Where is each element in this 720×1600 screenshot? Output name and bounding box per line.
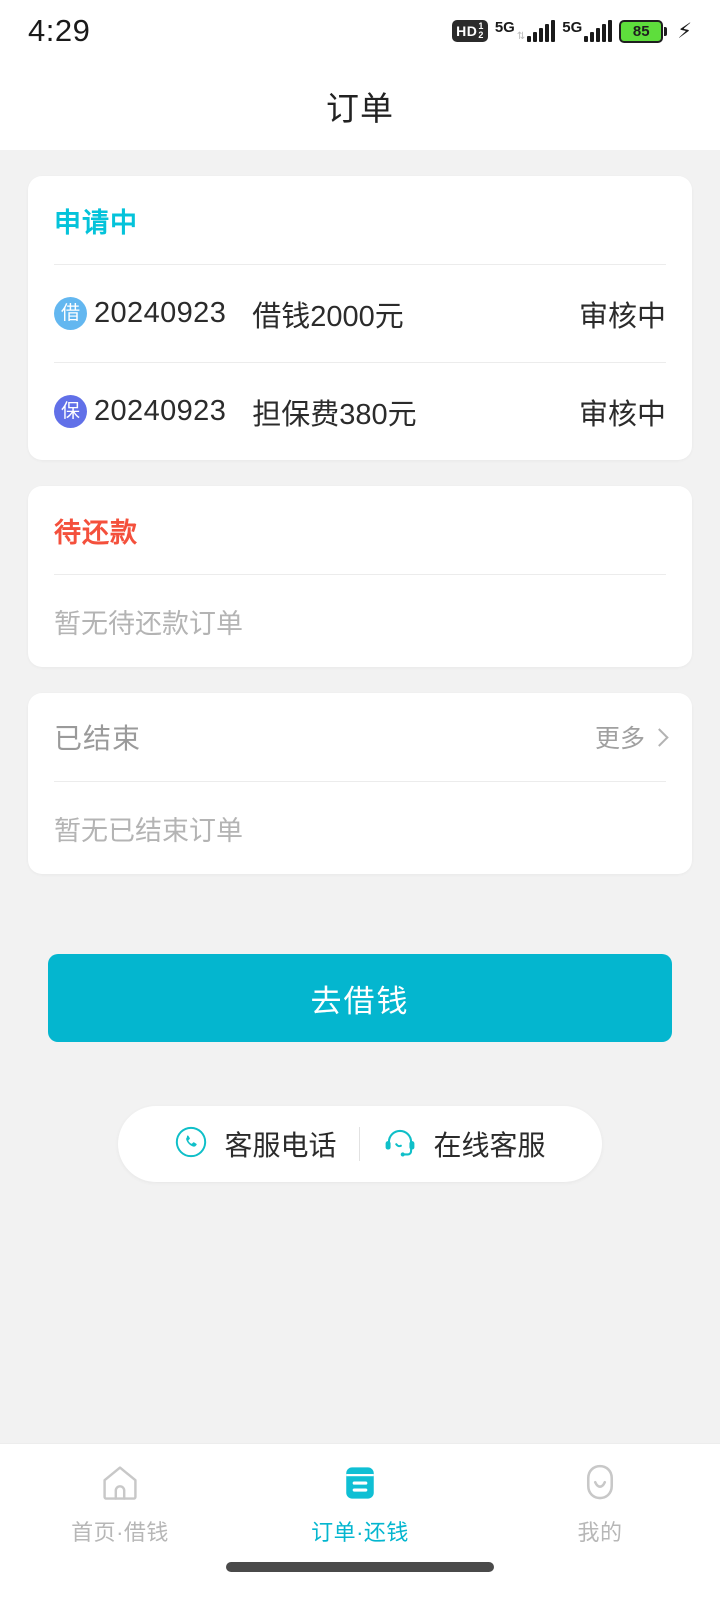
- table-row[interactable]: 借 20240923 借钱2000元 审核中: [54, 265, 666, 362]
- bottom-nav-row: 首页·借钱 订单·还钱 我的: [0, 1444, 720, 1562]
- borrow-money-button[interactable]: 去借钱: [48, 954, 672, 1042]
- home-indicator[interactable]: [0, 1562, 720, 1600]
- hd-sub-digit: 2: [478, 30, 484, 40]
- battery-body: 85: [619, 19, 664, 43]
- card-finished-title: 已结束: [54, 723, 142, 754]
- content-area: 申请中 借 20240923 借钱2000元 审核中 保 20240923 担保…: [0, 176, 720, 1182]
- hd-voice-icon: HD 1 2: [452, 20, 488, 42]
- card-to-repay: 待还款 暂无待还款订单: [28, 486, 692, 667]
- signal-indicator-1: 5G ⇅: [494, 19, 556, 42]
- hd-sub-labels: 1 2: [478, 22, 484, 40]
- chevron-right-icon: [650, 727, 669, 747]
- card-applying-title: 申请中: [54, 207, 138, 238]
- status-badge: 审核中: [578, 398, 666, 431]
- status-indicators: HD 1 2 5G ⇅ 5G 85 ⚡: [452, 19, 692, 43]
- status-bar: 4:29 HD 1 2 5G ⇅ 5G 85 ⚡: [0, 0, 720, 62]
- network-type-1: 5G: [494, 19, 515, 36]
- guarantee-type-badge-icon: 保: [54, 395, 87, 428]
- card-finished: 已结束 更多 暂无已结束订单: [28, 693, 692, 874]
- signal-bars-icon-2: [584, 20, 613, 42]
- status-badge: 审核中: [578, 300, 666, 333]
- online-service-button[interactable]: 在线客服: [360, 1124, 568, 1164]
- network-type-2: 5G: [562, 19, 583, 36]
- nav-label-orders: 订单·还钱: [311, 1519, 409, 1545]
- title-bar: 订单: [0, 62, 720, 150]
- profile-icon: [578, 1460, 622, 1506]
- loan-type-badge-icon: 借: [54, 297, 87, 330]
- service-phone-label: 客服电话: [224, 1130, 337, 1161]
- card-to-repay-title: 待还款: [54, 517, 138, 548]
- hd-label: HD: [456, 23, 478, 39]
- empty-state-to-repay: 暂无待还款订单: [54, 608, 243, 639]
- battery-cap: [664, 26, 668, 36]
- order-description: 借钱2000元: [252, 300, 404, 333]
- empty-state-finished: 暂无已结束订单: [54, 815, 243, 846]
- card-applying-header: 申请中: [54, 176, 666, 264]
- battery-icon: 85: [619, 19, 668, 43]
- data-arrows-icon: ⇅: [516, 31, 526, 42]
- nav-item-profile[interactable]: 我的: [480, 1444, 720, 1562]
- online-service-label: 在线客服: [433, 1130, 546, 1161]
- order-description: 担保费380元: [252, 398, 417, 431]
- phone-icon: [174, 1125, 208, 1164]
- status-clock: 4:29: [28, 13, 91, 48]
- order-date: 20240923: [94, 297, 227, 329]
- card-applying: 申请中 借 20240923 借钱2000元 审核中 保 20240923 担保…: [28, 176, 692, 460]
- app-screen: 4:29 HD 1 2 5G ⇅ 5G 85 ⚡ 订单 申请中 借 202409…: [0, 0, 720, 1600]
- cta-container: 去借钱: [28, 900, 692, 1042]
- nav-item-orders[interactable]: 订单·还钱: [240, 1444, 480, 1562]
- nav-label-home: 首页·借钱: [71, 1519, 169, 1545]
- service-phone-button[interactable]: 客服电话: [152, 1124, 358, 1164]
- nav-label-profile: 我的: [577, 1519, 623, 1545]
- charging-bolt-icon: ⚡: [677, 19, 692, 43]
- card-finished-header: 已结束 更多: [54, 693, 669, 781]
- card-to-repay-header: 待还款: [54, 486, 666, 574]
- more-label: 更多: [594, 725, 645, 753]
- more-link[interactable]: 更多: [594, 719, 669, 755]
- order-date: 20240923: [94, 395, 227, 427]
- bottom-navigation: 首页·借钱 订单·还钱 我的: [0, 1443, 720, 1600]
- order-icon: [338, 1460, 382, 1506]
- headset-icon: [382, 1125, 418, 1164]
- nav-item-home[interactable]: 首页·借钱: [0, 1444, 240, 1562]
- service-pill: 客服电话 在线客服: [118, 1106, 602, 1182]
- signal-bars-icon-1: [527, 20, 556, 42]
- page-title: 订单: [326, 90, 394, 127]
- battery-level-text: 85: [632, 22, 650, 40]
- table-row[interactable]: 保 20240923 担保费380元 审核中: [54, 363, 666, 460]
- home-icon: [98, 1460, 142, 1506]
- service-container: 客服电话 在线客服: [28, 1106, 692, 1182]
- signal-indicator-2: 5G: [562, 19, 613, 42]
